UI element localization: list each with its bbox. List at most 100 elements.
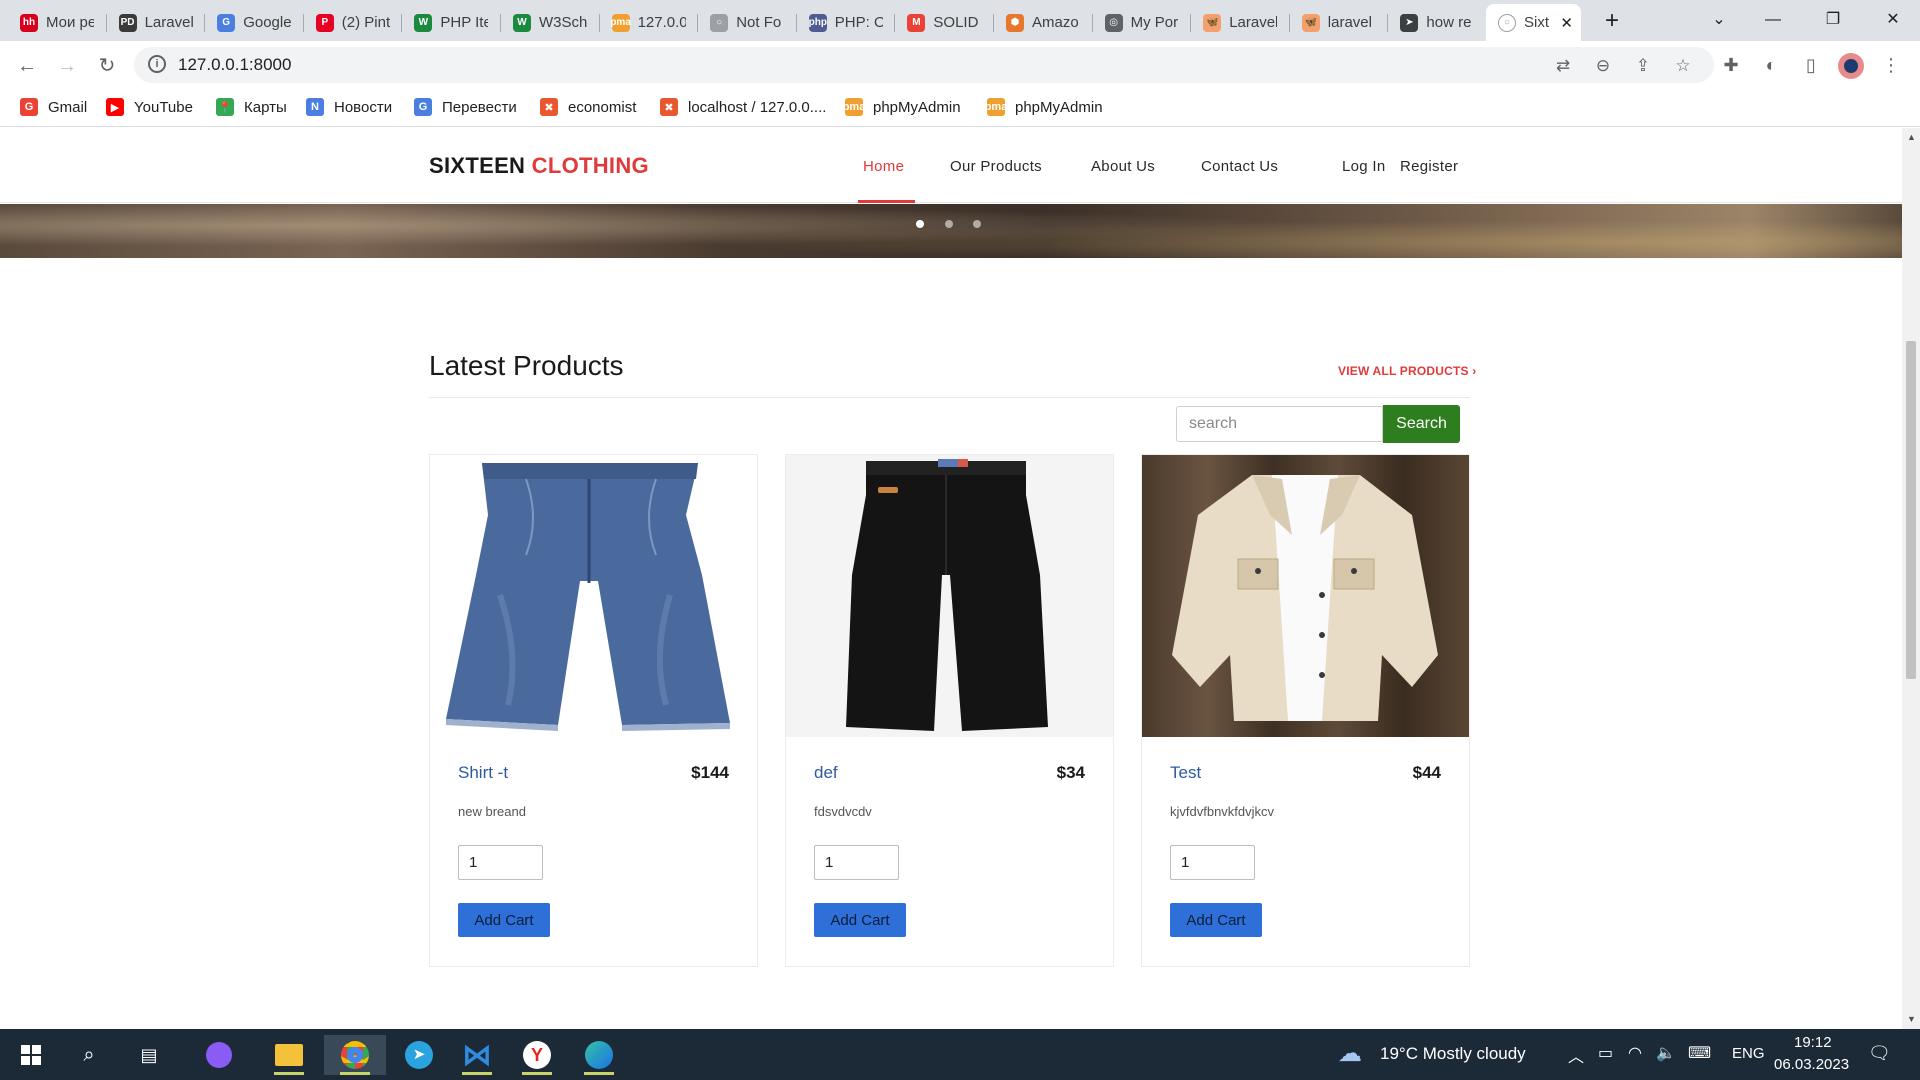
edge-app-icon[interactable]: [574, 1035, 624, 1075]
product-name[interactable]: Shirt -t: [458, 763, 508, 783]
carousel-dot-3[interactable]: [973, 220, 981, 228]
share-icon[interactable]: ⇪: [1632, 55, 1654, 77]
browser-tab[interactable]: pma 127.0.0: [600, 4, 699, 41]
telegram-app-icon[interactable]: ➤: [394, 1035, 444, 1075]
nav-log-in[interactable]: Log In: [1342, 158, 1386, 175]
browser-tab[interactable]: php PHP: O: [797, 4, 896, 41]
bookmark-item[interactable]: ✖ localhost / 127.0.0....: [660, 98, 826, 116]
quantity-input[interactable]: [1170, 845, 1255, 880]
nav-about-us[interactable]: About Us: [1091, 158, 1155, 175]
search-input[interactable]: [1176, 406, 1383, 442]
quantity-input[interactable]: [458, 845, 543, 880]
nav-register[interactable]: Register: [1400, 158, 1458, 175]
back-icon[interactable]: ←: [12, 51, 42, 81]
wifi-icon[interactable]: ◠: [1628, 1043, 1642, 1063]
notifications-icon[interactable]: 🗨: [1868, 1043, 1891, 1064]
close-icon[interactable]: ✕: [1560, 14, 1573, 32]
windows-start-icon[interactable]: [6, 1035, 56, 1075]
file-explorer-icon[interactable]: [264, 1035, 314, 1075]
tab-title: Google: [243, 14, 292, 31]
browser-tab[interactable]: ⬢ Amazo: [994, 4, 1093, 41]
browser-tab[interactable]: G Google: [205, 4, 304, 41]
browser-tab[interactable]: PD Laravel: [107, 4, 206, 41]
new-tab-button[interactable]: +: [1598, 8, 1626, 36]
reload-icon[interactable]: ↻: [92, 51, 122, 81]
browser-tab[interactable]: 🦋 Laravel: [1191, 4, 1290, 41]
page-scrollbar[interactable]: ▲ ▼: [1902, 128, 1920, 1029]
bookmark-item[interactable]: pma phpMyAdmin: [985, 98, 1103, 116]
restore-icon[interactable]: ❐: [1810, 6, 1856, 34]
forward-icon[interactable]: →: [52, 51, 82, 81]
product-name[interactable]: Test: [1170, 763, 1201, 783]
product-card: def $34 fdsvdvcdv Add Cart: [785, 454, 1114, 967]
product-image-beige-jacket[interactable]: [1142, 455, 1469, 737]
scrollbar-thumb[interactable]: [1906, 341, 1916, 679]
browser-tab[interactable]: ➤ how re: [1388, 4, 1487, 41]
browser-tab[interactable]: M SOLID: [895, 4, 994, 41]
nav-home[interactable]: Home: [863, 158, 904, 175]
address-bar[interactable]: i 127.0.0.1:8000 ⇄ ⊖ ⇪ ☆: [134, 47, 1714, 83]
performance-icon[interactable]: ◐: [1758, 52, 1784, 78]
bookmark-star-icon[interactable]: ☆: [1672, 55, 1694, 77]
language-indicator[interactable]: ENG: [1732, 1045, 1765, 1062]
browser-tab[interactable]: hh Мои ре: [8, 4, 107, 41]
browser-tab[interactable]: ○ Not Fo: [698, 4, 797, 41]
window-close-icon[interactable]: ✕: [1870, 6, 1916, 34]
browser-tab[interactable]: P (2) Pint: [304, 4, 403, 41]
bookmark-item[interactable]: ✖ economist: [540, 98, 636, 116]
scroll-up-icon[interactable]: ▲: [1907, 132, 1916, 142]
bookmark-item[interactable]: ▶ YouTube: [106, 98, 193, 116]
vscode-app-icon[interactable]: ⋈: [452, 1035, 502, 1075]
bookmark-item[interactable]: G Gmail: [20, 98, 87, 116]
product-image-denim-shorts[interactable]: [430, 455, 757, 737]
carousel-dot-1[interactable]: [916, 220, 924, 228]
profile-avatar[interactable]: [1838, 53, 1864, 79]
browser-tab[interactable]: ◎ My Por: [1093, 4, 1192, 41]
weather-text[interactable]: 19°C Mostly cloudy: [1380, 1044, 1526, 1064]
battery-icon[interactable]: ▭: [1598, 1043, 1613, 1063]
bookmark-label: phpMyAdmin: [873, 98, 961, 116]
chrome-app-icon[interactable]: [324, 1035, 386, 1075]
view-all-products-link[interactable]: VIEW ALL PRODUCTS ›: [1338, 364, 1476, 378]
keyboard-icon[interactable]: ⌨: [1688, 1043, 1711, 1063]
browser-tab[interactable]: W W3Sch: [501, 4, 600, 41]
tab-search-icon[interactable]: ⌄: [1696, 6, 1742, 34]
add-cart-button[interactable]: Add Cart: [1170, 903, 1262, 937]
translate-icon[interactable]: ⇄: [1552, 55, 1574, 77]
side-panel-icon[interactable]: ▯: [1798, 52, 1824, 78]
carousel-dot-2[interactable]: [945, 220, 953, 228]
info-icon[interactable]: i: [148, 55, 166, 73]
weather-cloud-icon[interactable]: ☁: [1338, 1039, 1362, 1068]
nav-our-products[interactable]: Our Products: [950, 158, 1042, 175]
product-name[interactable]: def: [814, 763, 838, 783]
search-icon[interactable]: ⌕: [64, 1035, 114, 1075]
section-divider: [429, 397, 1470, 398]
tray-overflow-icon[interactable]: ︿: [1568, 1043, 1584, 1067]
add-cart-button[interactable]: Add Cart: [814, 903, 906, 937]
clock-date[interactable]: 06.03.2023: [1774, 1056, 1849, 1073]
quantity-input[interactable]: [814, 845, 899, 880]
volume-icon[interactable]: 🔈: [1656, 1043, 1676, 1063]
add-cart-button[interactable]: Add Cart: [458, 903, 550, 937]
minimize-icon[interactable]: —: [1750, 6, 1796, 34]
tab-favicon-icon: ⬢: [1006, 13, 1024, 32]
product-image-black-pants[interactable]: [786, 455, 1113, 737]
zoom-icon[interactable]: ⊖: [1592, 55, 1614, 77]
task-view-icon[interactable]: ▤: [124, 1035, 174, 1075]
yandex-browser-icon[interactable]: Y: [512, 1035, 562, 1075]
bookmark-item[interactable]: pma phpMyAdmin: [843, 98, 961, 116]
browser-tab[interactable]: W PHP Ite: [402, 4, 501, 41]
search-button[interactable]: Search: [1383, 405, 1460, 443]
bookmark-item[interactable]: G Перевести: [414, 98, 517, 116]
browser-tab[interactable]: 🦋 laravel: [1290, 4, 1389, 41]
nav-contact-us[interactable]: Contact Us: [1201, 158, 1278, 175]
tab-active[interactable]: ○ Sixt ✕: [1486, 4, 1581, 41]
menu-icon[interactable]: ⋮: [1878, 52, 1904, 78]
site-logo[interactable]: SIXTEEN CLOTHING: [429, 153, 649, 179]
bookmark-item[interactable]: N Новости: [306, 98, 392, 116]
assistant-app-icon[interactable]: [194, 1035, 244, 1075]
scroll-down-icon[interactable]: ▼: [1907, 1014, 1916, 1024]
clock-time[interactable]: 19:12: [1794, 1034, 1832, 1051]
bookmark-item[interactable]: 📍 Карты: [216, 98, 287, 116]
extensions-icon[interactable]: ✚: [1718, 52, 1744, 78]
